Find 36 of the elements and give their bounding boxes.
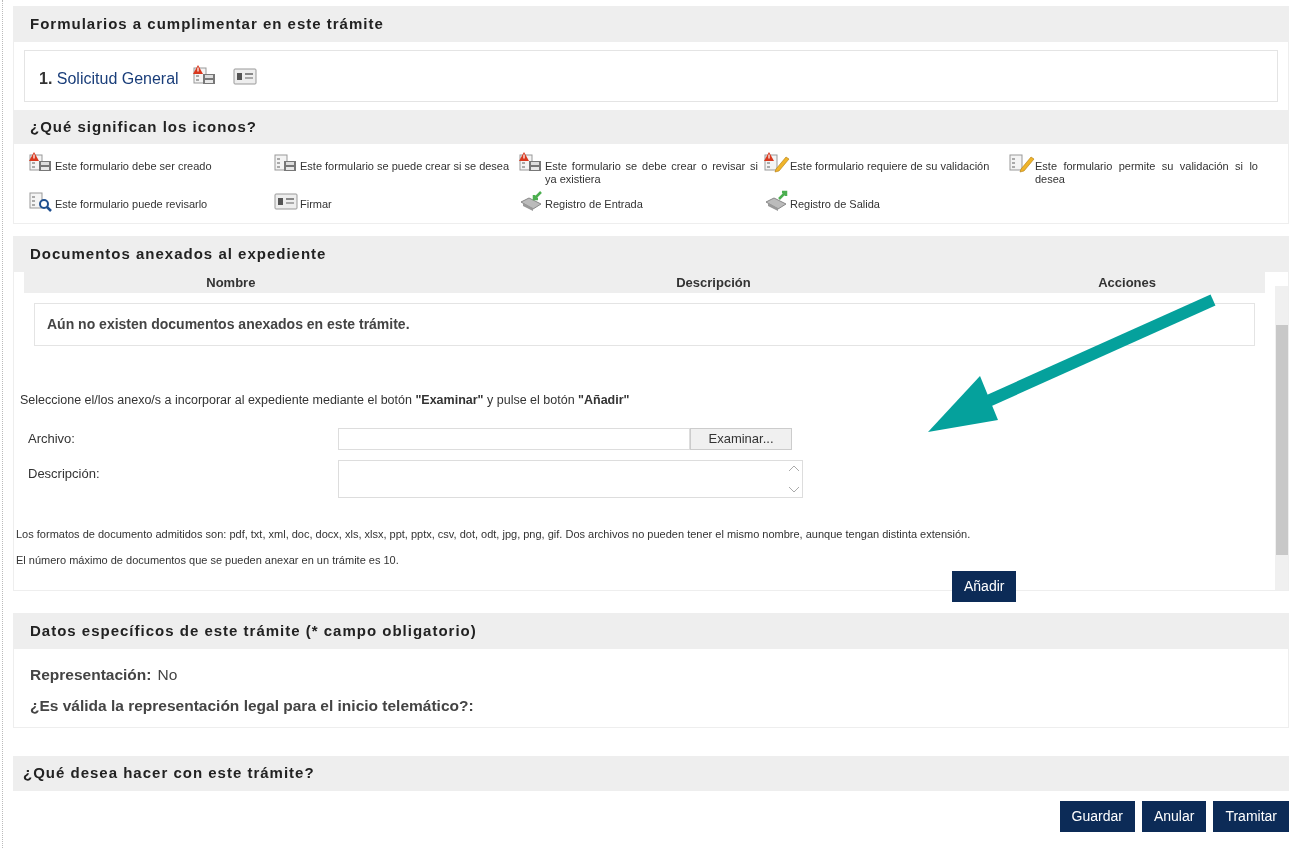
- limit-note: El número máximo de documentos que se pueden anexar en un trámite es 10.: [16, 553, 400, 569]
- column-header: Descripción: [675, 273, 752, 292]
- scrollbar[interactable]: [1275, 285, 1288, 590]
- section-header: Documentos anexados al expediente: [14, 237, 1288, 272]
- field-label: Representación:: [30, 664, 152, 685]
- legend-text: Este formulario puede revisarlo: [55, 198, 208, 211]
- section-header: ¿Qué desea hacer con este trámite?: [13, 756, 1289, 791]
- formats-note: Los formatos de documento admitidos son: pdf, txt, xml, doc, docx, xls, xlsx, ppt, pptx, csv, dot, odt, jpg, png, gif. Dos archivos no pueden tener el mismo nombre, aunque tengan distinta extensión.: [16, 526, 972, 542]
- file-field[interactable]: [338, 427, 690, 450]
- action-button[interactable]: Guardar: [1059, 800, 1135, 832]
- legend-text: Este formulario permite su validación si lo desea: [1035, 160, 1258, 186]
- legend-text: Firmar: [300, 198, 332, 211]
- field-label: Archivo:: [27, 430, 76, 448]
- form-link[interactable]: 1. Solicitud General: [39, 66, 179, 91]
- empty-message: Aún no existen documentos anexados en este trámite.: [34, 303, 1255, 346]
- legend-text: Este formulario requiere de su validación: [790, 160, 990, 173]
- section-header: Formularios a cumplimentar en este trámite: [14, 7, 1288, 42]
- legend-text: Este formulario se puede crear si se desea: [300, 160, 510, 173]
- action-button[interactable]: Tramitar: [1213, 800, 1289, 832]
- column-header: Acciones: [1097, 273, 1157, 292]
- browse-button[interactable]: Examinar...: [690, 427, 792, 450]
- action-button[interactable]: Añadir: [952, 570, 1017, 602]
- description-field[interactable]: [338, 459, 803, 498]
- instructions-text: Seleccione el/los anexo/s a incorporar al expediente mediante el botón "Examinar" y pulse el botón "Añadir": [20, 392, 631, 409]
- field-label: Descripción:: [27, 464, 101, 483]
- legend-text: Este formulario debe ser creado: [55, 160, 212, 173]
- column-header: Nombre: [205, 273, 257, 292]
- section-header: ¿Qué significan los iconos?: [14, 109, 1288, 144]
- field-value: No: [157, 664, 178, 685]
- action-button[interactable]: Anular: [1141, 800, 1207, 832]
- legend-text: Este formulario se debe crear o revisar si ya existiera: [545, 160, 758, 186]
- scrollbar-thumb[interactable]: [1275, 324, 1288, 555]
- section-header: Datos específicos de este trámite (* campo obligatorio): [14, 614, 1288, 649]
- legend-text: Registro de Salida: [790, 198, 880, 211]
- field-label: ¿Es válida la representación legal para el inicio telemático?:: [30, 695, 474, 716]
- legend-text: Registro de Entrada: [545, 198, 643, 211]
